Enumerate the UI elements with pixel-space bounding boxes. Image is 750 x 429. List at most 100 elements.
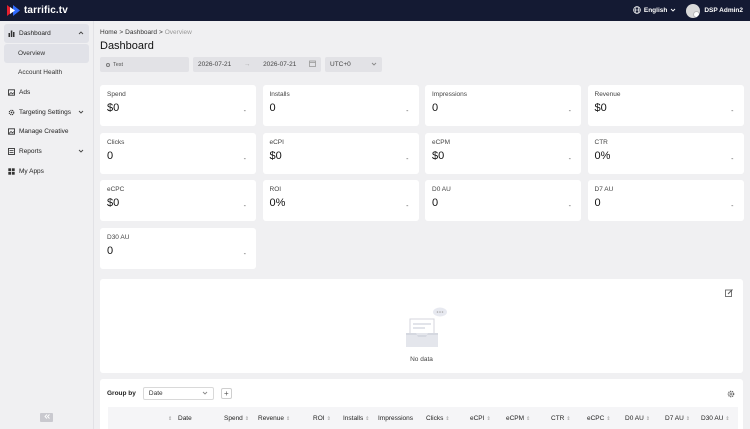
sort-icon: ⇕ [445, 416, 450, 422]
sidebar-item-reports[interactable]: Reports [4, 142, 89, 161]
metric-card-spend: Spend $0 - [100, 85, 256, 126]
metric-label: eCPM [432, 138, 451, 146]
metric-card-ecpi: eCPI $0 - [262, 132, 419, 174]
timezone-selector[interactable]: UTC+0 [325, 57, 382, 72]
settings-icon[interactable] [727, 390, 735, 400]
image-icon [8, 128, 15, 136]
sidebar-item-label: Reports [19, 148, 42, 156]
collapse-sidebar-button[interactable] [40, 413, 53, 422]
metric-label: Installs [269, 91, 290, 98]
report-icon [8, 148, 15, 156]
gear-icon [8, 109, 15, 116]
breadcrumb-separator: > [158, 29, 163, 36]
metric-change: - [731, 108, 734, 115]
column-revenue[interactable]: Revenue ⇕ [258, 415, 290, 422]
plus-icon: + [224, 389, 229, 398]
sort-icon: ⇕ [725, 416, 730, 422]
metric-card-impressions: Impressions 0 - [425, 85, 581, 126]
logo-icon [7, 5, 20, 16]
breadcrumb-home[interactable]: Home [100, 29, 117, 36]
metric-card-d0-au: D0 AU 0 - [425, 180, 581, 221]
sidebar-item-label: Ads [19, 89, 31, 97]
app-selector[interactable]: Test [100, 57, 189, 72]
group-by-label: Group by [107, 390, 136, 397]
sidebar-item-targeting-settings[interactable]: Targeting Settings [4, 103, 89, 122]
metric-value: 0 [432, 102, 439, 114]
sidebar-item-overview[interactable]: Overview [4, 43, 89, 63]
metric-label: Spend [107, 91, 126, 98]
column-spend[interactable]: Spend ⇕ [224, 415, 249, 422]
edit-icon[interactable] [725, 289, 733, 299]
column-label: eCPM [506, 415, 525, 422]
column-d0-au[interactable]: D0 AU ⇕ [625, 415, 650, 422]
column-clicks[interactable]: Clicks ⇕ [426, 415, 450, 422]
column-ecpm[interactable]: eCPM ⇕ [506, 415, 530, 422]
metric-value: 0 [432, 197, 439, 209]
app-selector-value: Test [113, 61, 124, 68]
metric-change: - [731, 155, 734, 163]
metric-label: CTR [594, 138, 608, 146]
sidebar: Dashboard Overview Account Health Ads Ta… [0, 21, 94, 429]
metric-card-ctr: CTR 0% - [587, 132, 744, 174]
metric-cards: Spend $0 - Installs 0 - Impressions 0 - Revenu… [100, 85, 744, 269]
column-label: eCPC [587, 415, 605, 422]
main-content: Home > Dashboard > Overview Dashboard Te… [100, 21, 744, 429]
metric-value: $0 [432, 149, 445, 162]
sort-icon: ⇕ [645, 416, 650, 422]
globe-icon [633, 5, 641, 16]
column-ecpi[interactable]: eCPI ⇕ [470, 415, 491, 422]
metric-label: Clicks [107, 138, 125, 146]
sort-icon[interactable]: ⇕ [166, 415, 172, 422]
column-ecpc[interactable]: eCPC ⇕ [587, 415, 611, 422]
column-ctr[interactable]: CTR ⇕ [551, 415, 571, 422]
sidebar-item-manage-creative[interactable]: Manage Creative [4, 122, 89, 141]
sort-icon: ⇕ [606, 416, 611, 422]
metric-label: ROI [269, 186, 282, 193]
filter-bar: Test 2026-07-21 → 2026-07-21 UTC+0 [100, 57, 744, 72]
column-roi[interactable]: ROI ⇕ [313, 415, 331, 422]
metric-value: 0 [269, 102, 276, 114]
date-range-picker[interactable]: 2026-07-21 → 2026-07-21 [193, 57, 321, 72]
metric-value: $0 [594, 102, 607, 114]
user-menu[interactable]: DSP Admin2 [686, 3, 743, 18]
group-by-value: Date [148, 390, 163, 397]
chart-panel: No data [100, 279, 743, 373]
column-label: D30 AU [701, 415, 724, 422]
bar-chart-icon [8, 30, 15, 37]
chevron-down-icon [78, 148, 84, 156]
chevron-up-icon [78, 30, 84, 38]
table-header: ⇕ Date Spend ⇕ Revenue ⇕ ROI ⇕ Installs ⇕ Im… [108, 407, 738, 429]
column-label: ROI [313, 415, 325, 422]
metric-change: - [568, 203, 571, 210]
sidebar-item-my-apps[interactable]: My Apps [4, 162, 89, 181]
sidebar-item-label: Dashboard [19, 30, 51, 37]
metric-change: - [243, 250, 246, 258]
date-arrow: → [243, 61, 251, 68]
chevron-down-icon [202, 390, 208, 398]
column-label: eCPI [470, 415, 485, 422]
column-impressions[interactable]: Impressions [378, 415, 413, 422]
column-d7-au[interactable]: D7 AU ⇕ [665, 415, 690, 422]
metric-change: - [568, 108, 571, 115]
metric-card-d7-au: D7 AU 0 - [587, 180, 744, 221]
data-table-panel: Group by Date + ⇕ Date Spend ⇕ Revenue ⇕ R… [100, 379, 743, 429]
breadcrumb-dashboard[interactable]: Dashboard [125, 29, 157, 36]
sidebar-item-dashboard[interactable]: Dashboard [4, 24, 89, 43]
column-date[interactable]: Date [178, 415, 192, 422]
add-group-button[interactable]: + [220, 388, 232, 399]
metric-value: $0 [269, 149, 282, 162]
sidebar-item-account-health[interactable]: Account Health [4, 63, 89, 82]
column-installs[interactable]: Installs ⇕ [343, 415, 369, 422]
group-by-select[interactable]: Date [142, 387, 214, 400]
column-label: Impressions [378, 415, 414, 422]
metric-label: Impressions [432, 91, 468, 98]
sidebar-item-ads[interactable]: Ads [4, 83, 89, 102]
empty-inbox-icon [402, 307, 448, 353]
brand-logo[interactable]: tarrific.tv [7, 5, 68, 16]
metric-change: - [243, 203, 246, 210]
column-label: D0 AU [625, 415, 644, 422]
sidebar-item-label: My Apps [19, 167, 44, 175]
sort-icon: ⇕ [244, 416, 249, 422]
language-selector[interactable]: English [633, 5, 676, 16]
column-d30-au[interactable]: D30 AU ⇕ [701, 415, 730, 422]
